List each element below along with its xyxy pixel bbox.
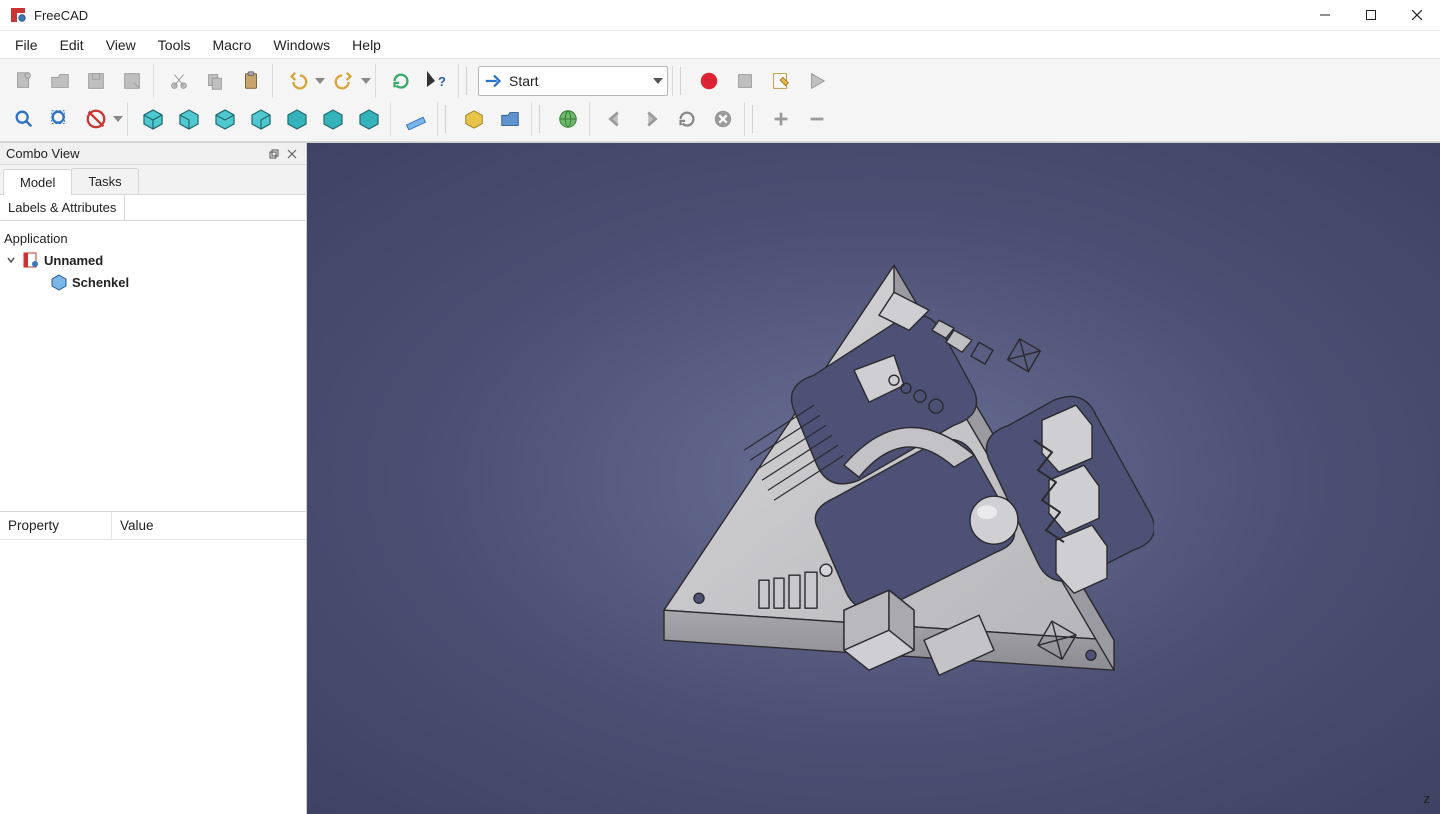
saveas-button[interactable] (115, 64, 149, 98)
undo-dropdown[interactable] (315, 78, 325, 84)
menu-edit[interactable]: Edit (49, 33, 95, 57)
main-layout: Combo View Model Tasks Labels & Attribut… (0, 142, 1440, 814)
panel-close-button[interactable] (284, 146, 300, 162)
toolbar-area: ? Start (0, 59, 1440, 142)
zoom-fit-button[interactable] (7, 102, 41, 136)
view-iso-button[interactable] (136, 102, 170, 136)
tree-caret-icon[interactable] (4, 255, 18, 265)
open-button[interactable] (43, 64, 77, 98)
chevron-down-icon (653, 78, 663, 84)
menu-file[interactable]: File (4, 33, 49, 57)
save-button[interactable] (79, 64, 113, 98)
zoom-out-button[interactable] (800, 102, 834, 136)
app-icon (10, 7, 26, 23)
tree-document[interactable]: Unnamed (4, 249, 302, 271)
create-part-button[interactable] (457, 102, 491, 136)
tree-item-label: Schenkel (72, 275, 129, 290)
macro-edit-button[interactable] (764, 64, 798, 98)
zoom-selection-button[interactable] (43, 102, 77, 136)
property-col-header: Property (0, 512, 112, 539)
macro-play-button[interactable] (800, 64, 834, 98)
menu-view[interactable]: View (95, 33, 147, 57)
document-icon (22, 251, 40, 269)
tree-root[interactable]: Application (4, 227, 302, 249)
redo-button[interactable] (327, 64, 361, 98)
view-left-button[interactable] (352, 102, 386, 136)
nav-back-button[interactable] (598, 102, 632, 136)
measure-button[interactable] (399, 102, 433, 136)
panel-undock-button[interactable] (266, 146, 282, 162)
combo-view-title: Combo View (6, 146, 79, 161)
workbench-selector[interactable]: Start (478, 66, 668, 96)
macro-stop-button[interactable] (728, 64, 762, 98)
view-right-button[interactable] (244, 102, 278, 136)
view-bottom-button[interactable] (316, 102, 350, 136)
draw-style-button[interactable] (79, 102, 113, 136)
svg-text:?: ? (438, 74, 446, 89)
property-header: Property Value (0, 512, 306, 540)
start-arrow-icon (483, 70, 505, 92)
app-title: FreeCAD (34, 8, 88, 23)
property-panel: Property Value (0, 511, 306, 814)
menu-tools[interactable]: Tools (147, 33, 202, 57)
nav-forward-button[interactable] (634, 102, 668, 136)
tree-document-label: Unnamed (44, 253, 103, 268)
whatsthis-button[interactable]: ? (420, 64, 454, 98)
menu-bar: File Edit View Tools Macro Windows Help (0, 31, 1440, 59)
tab-model[interactable]: Model (3, 169, 72, 195)
workbench-label: Start (505, 73, 653, 89)
web-home-button[interactable] (551, 102, 585, 136)
view-front-button[interactable] (172, 102, 206, 136)
model-tree[interactable]: Application Unnamed Schenkel (0, 221, 306, 511)
value-col-header: Value (112, 512, 162, 539)
new-button[interactable] (7, 64, 41, 98)
combo-tabs: Model Tasks (0, 165, 306, 195)
tree-root-label: Application (4, 231, 68, 246)
menu-windows[interactable]: Windows (262, 33, 341, 57)
redo-dropdown[interactable] (361, 78, 371, 84)
refresh-button[interactable] (384, 64, 418, 98)
macro-record-button[interactable] (692, 64, 726, 98)
combo-view-panel: Combo View Model Tasks Labels & Attribut… (0, 143, 307, 814)
paste-button[interactable] (234, 64, 268, 98)
menu-help[interactable]: Help (341, 33, 392, 57)
subtab-labels-attributes[interactable]: Labels & Attributes (0, 195, 125, 220)
window-close-button[interactable] (1394, 0, 1440, 30)
nav-refresh-button[interactable] (670, 102, 704, 136)
viewport-3d[interactable]: z (307, 143, 1440, 814)
window-maximize-button[interactable] (1348, 0, 1394, 30)
title-bar: FreeCAD (0, 0, 1440, 31)
view-top-button[interactable] (208, 102, 242, 136)
copy-button[interactable] (198, 64, 232, 98)
combo-view-titlebar: Combo View (0, 143, 306, 165)
mesh-icon (50, 273, 68, 291)
toolbar-row-2 (3, 100, 1437, 138)
model-3d (594, 210, 1154, 770)
view-rear-button[interactable] (280, 102, 314, 136)
undo-button[interactable] (281, 64, 315, 98)
tree-item-schenkel[interactable]: Schenkel (4, 271, 302, 293)
menu-macro[interactable]: Macro (201, 33, 262, 57)
cut-button[interactable] (162, 64, 196, 98)
zoom-in-button[interactable] (764, 102, 798, 136)
combo-subtabs: Labels & Attributes (0, 195, 306, 221)
create-group-button[interactable] (493, 102, 527, 136)
draw-style-dropdown[interactable] (113, 116, 123, 122)
toolbar-row-1: ? Start (3, 62, 1437, 100)
nav-stop-button[interactable] (706, 102, 740, 136)
axis-z-label: z (1424, 791, 1431, 806)
tab-tasks[interactable]: Tasks (71, 168, 138, 194)
window-minimize-button[interactable] (1302, 0, 1348, 30)
axis-indicator: z (1424, 791, 1431, 806)
